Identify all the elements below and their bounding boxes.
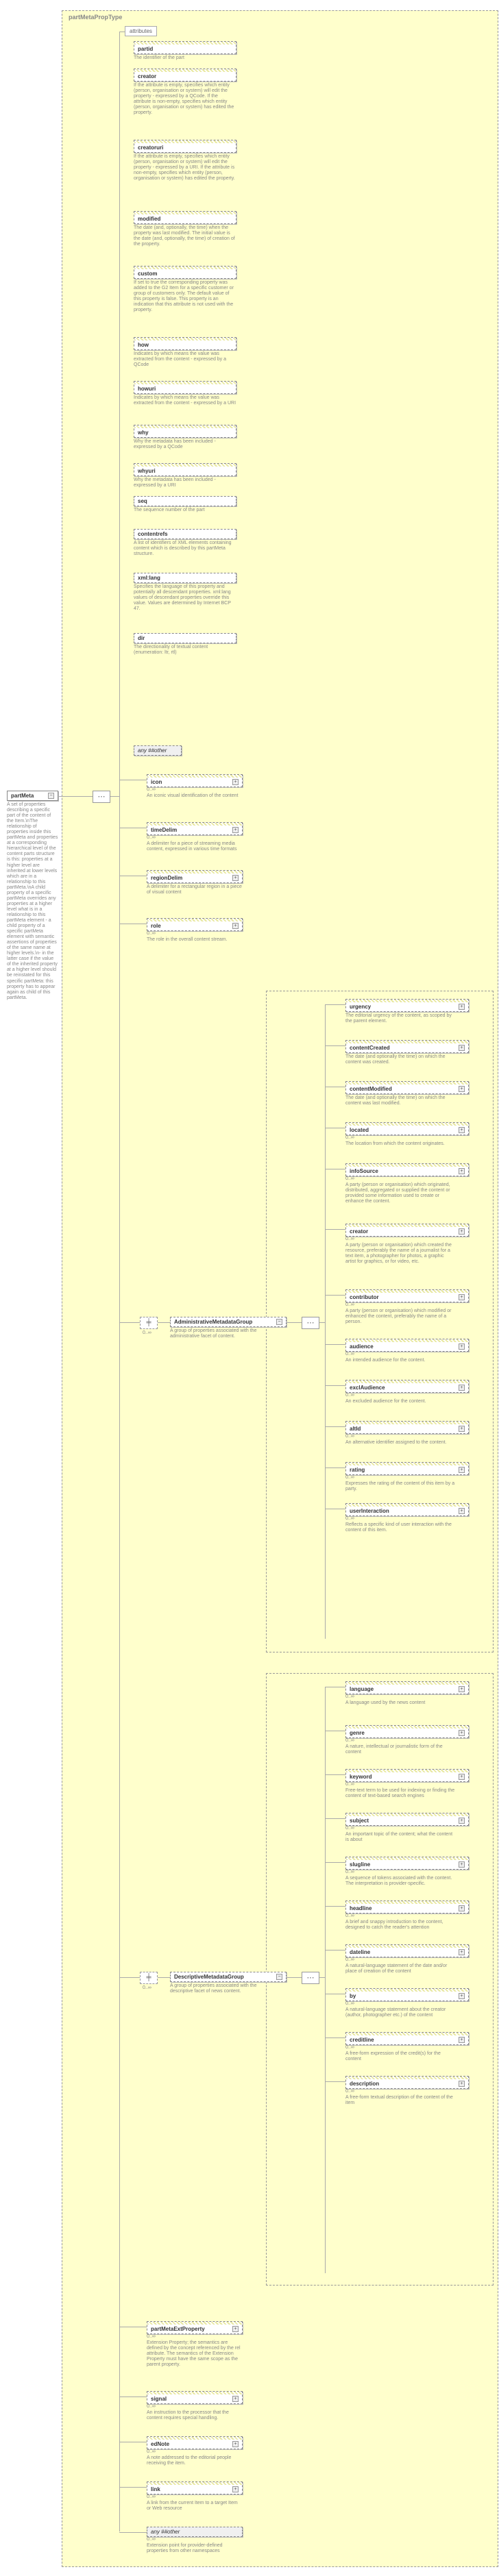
admin-group-desc: A group of properties associated with th…: [170, 1328, 280, 1339]
admin-item-infoSource[interactable]: infoSource +: [345, 1163, 469, 1176]
expand-icon[interactable]: −: [48, 793, 54, 799]
sequence-connector: [302, 1972, 319, 1984]
attributes-group: attributes: [125, 26, 157, 36]
root-title: partMeta: [11, 793, 34, 799]
expand-icon[interactable]: +: [459, 1294, 465, 1300]
expand-icon[interactable]: −: [276, 1974, 282, 1980]
partmeta-ext-property[interactable]: partMetaExtProperty +: [147, 2321, 243, 2334]
admin-item-exclAudience[interactable]: exclAudience +: [345, 1380, 469, 1393]
expand-icon[interactable]: +: [232, 2396, 239, 2402]
admin-item-rating[interactable]: rating +: [345, 1462, 469, 1475]
desc-item-language[interactable]: language +: [345, 1681, 469, 1694]
attr-howuri: howuri: [134, 381, 236, 394]
expand-icon[interactable]: +: [459, 1774, 465, 1780]
admin-item-contributor[interactable]: contributor +: [345, 1289, 469, 1302]
expand-icon[interactable]: +: [232, 827, 239, 833]
expand-icon[interactable]: +: [459, 2037, 465, 2043]
expand-icon[interactable]: +: [459, 1905, 465, 1911]
attributes-label: attributes: [130, 28, 152, 34]
expand-icon[interactable]: +: [232, 923, 239, 929]
expand-icon[interactable]: +: [459, 1127, 465, 1133]
element-link[interactable]: link +: [147, 2481, 243, 2494]
expand-icon[interactable]: +: [459, 1467, 465, 1473]
attr-whyuri: whyuri: [134, 463, 236, 476]
attr-partid: partid: [134, 41, 236, 54]
desc-item-dateline[interactable]: dateline +: [345, 1944, 469, 1957]
expand-icon[interactable]: +: [459, 1343, 465, 1350]
desc-item-slugline[interactable]: slugline +: [345, 1857, 469, 1870]
expand-icon[interactable]: +: [459, 1949, 465, 1955]
attr-why: why: [134, 425, 236, 438]
desc-item-genre[interactable]: genre +: [345, 1725, 469, 1738]
desc-item-keyword[interactable]: keyword +: [345, 1769, 469, 1782]
any-other-attr: any ##other: [134, 745, 182, 756]
expand-icon[interactable]: +: [459, 1730, 465, 1736]
admin-item-audience[interactable]: audience +: [345, 1339, 469, 1352]
root-element[interactable]: partMeta −: [7, 791, 58, 801]
attr-creator: creator: [134, 69, 236, 82]
expand-icon[interactable]: +: [459, 1993, 465, 1999]
admin-metadata-group[interactable]: AdministrativeMetadataGroup −: [170, 1317, 287, 1327]
element-edNote[interactable]: edNote +: [147, 2436, 243, 2449]
expand-icon[interactable]: +: [459, 1686, 465, 1692]
expand-icon[interactable]: +: [459, 1004, 465, 1010]
element-regionDelim[interactable]: regionDelim +: [147, 870, 243, 883]
admin-item-userInteraction[interactable]: userInteraction +: [345, 1503, 469, 1516]
expand-icon[interactable]: +: [459, 1818, 465, 1824]
element-role[interactable]: role +: [147, 918, 243, 931]
admin-item-contentCreated[interactable]: contentCreated +: [345, 1040, 469, 1053]
desc-group-desc: A group of properties associated with th…: [170, 1983, 280, 1994]
expand-icon[interactable]: +: [459, 1168, 465, 1174]
attr-contentrefs: contentrefs: [134, 529, 236, 539]
expand-icon[interactable]: +: [459, 2081, 465, 2087]
choice-connector-admin: [140, 1317, 158, 1329]
expand-icon[interactable]: +: [459, 1385, 465, 1391]
attr-custom: custom: [134, 266, 236, 279]
expand-icon[interactable]: +: [459, 1045, 465, 1051]
attr-how: how: [134, 337, 236, 350]
admin-item-contentModified[interactable]: contentModified +: [345, 1081, 469, 1094]
admin-item-located[interactable]: located +: [345, 1122, 469, 1135]
root-desc: A set of properties describing a specifi…: [7, 802, 58, 1001]
expand-icon[interactable]: +: [232, 875, 239, 881]
choice-connector-desc: [140, 1972, 158, 1984]
expand-icon[interactable]: +: [232, 779, 239, 785]
attr-modified: modified: [134, 211, 236, 224]
expand-icon[interactable]: +: [232, 2441, 239, 2447]
desc-item-creditline[interactable]: creditline +: [345, 2032, 469, 2045]
desc-group-container: [266, 1673, 494, 2286]
desc-item-description[interactable]: description +: [345, 2076, 469, 2089]
admin-item-creator[interactable]: creator +: [345, 1224, 469, 1237]
desc-item-by[interactable]: by +: [345, 1988, 469, 2001]
element-signal[interactable]: signal +: [147, 2391, 243, 2404]
type-name: partMetaPropType: [69, 14, 122, 21]
attr-dir: dir: [134, 633, 236, 643]
desc-item-subject[interactable]: subject +: [345, 1813, 469, 1826]
expand-icon[interactable]: +: [232, 2486, 239, 2492]
expand-icon[interactable]: +: [232, 2326, 239, 2332]
expand-icon[interactable]: +: [459, 1426, 465, 1432]
expand-icon[interactable]: −: [276, 1319, 282, 1325]
expand-icon[interactable]: +: [459, 1086, 465, 1092]
descriptive-metadata-group[interactable]: DescriptiveMetadataGroup −: [170, 1972, 287, 1982]
expand-icon[interactable]: +: [459, 1861, 465, 1868]
admin-item-altId[interactable]: altId +: [345, 1421, 469, 1434]
sequence-connector: [93, 791, 110, 803]
admin-item-urgency[interactable]: urgency +: [345, 999, 469, 1012]
expand-icon[interactable]: +: [459, 1508, 465, 1514]
desc-item-headline[interactable]: headline +: [345, 1900, 469, 1914]
attr-seq: seq: [134, 496, 236, 506]
element-icon[interactable]: icon +: [147, 774, 243, 787]
attr-creatoruri: creatoruri: [134, 140, 236, 153]
element-timeDelim[interactable]: timeDelim +: [147, 822, 243, 835]
expand-icon[interactable]: +: [459, 1228, 465, 1235]
attr-xml:lang: xml:lang: [134, 573, 236, 583]
any-other-element: any ##other: [147, 2527, 243, 2537]
sequence-connector: [302, 1317, 319, 1329]
